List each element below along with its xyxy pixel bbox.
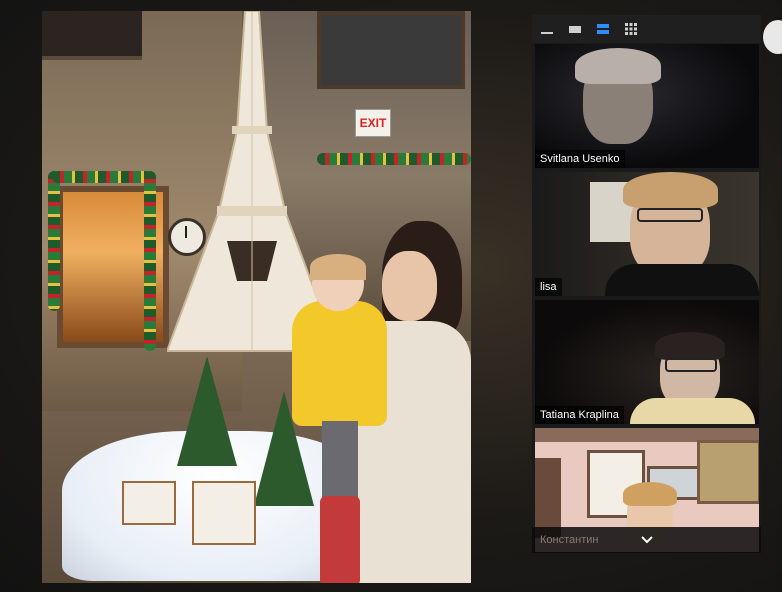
participant-name: Константин: [540, 534, 599, 546]
participant-glasses: [637, 208, 703, 222]
child-figure: [292, 254, 387, 583]
garland: [144, 171, 156, 351]
participant-glasses: [665, 358, 717, 372]
participant-video-tile[interactable]: Svitlana Usenko: [535, 44, 759, 168]
participant-video-tile[interactable]: lisa: [535, 172, 759, 296]
participant-video-tile[interactable]: Tatiana Kraplina: [535, 300, 759, 424]
gallery-toolbar: [532, 15, 761, 43]
minimize-icon[interactable]: [540, 22, 554, 36]
participant-name: Tatiana Kraplina: [535, 406, 624, 424]
participant-hair: [575, 48, 661, 84]
participant-clothes: [630, 398, 755, 424]
gallery-view-icon[interactable]: [624, 22, 638, 36]
mini-christmas-tree: [177, 356, 237, 466]
participant-hair: [623, 172, 718, 208]
participant-hair: [655, 332, 725, 360]
exit-sign: EXIT: [355, 109, 391, 137]
participant-clothes: [605, 264, 759, 296]
participant-hair: [623, 482, 677, 506]
garland: [317, 153, 471, 165]
speaker-view-icon[interactable]: [596, 22, 610, 36]
garland: [48, 171, 60, 311]
garland: [52, 171, 152, 183]
gingerbread-house: [192, 481, 256, 545]
participant-name: lisa: [535, 278, 562, 296]
balcony: [42, 11, 142, 60]
app-edge-element: [763, 20, 782, 54]
hide-video-icon[interactable]: [568, 22, 582, 36]
wall-picture: [697, 440, 759, 504]
gingerbread-house: [122, 481, 176, 525]
room-furniture: [535, 458, 561, 538]
gallery-scroll-bar: Константин: [532, 527, 761, 553]
shared-screen-photo: EXIT: [42, 11, 471, 583]
upper-window: [317, 11, 465, 89]
video-gallery-panel: Svitlana Usenko lisa Tatiana Kraplina Ко…: [532, 15, 761, 553]
chevron-down-icon[interactable]: [640, 533, 654, 547]
participant-name: Svitlana Usenko: [535, 150, 625, 168]
